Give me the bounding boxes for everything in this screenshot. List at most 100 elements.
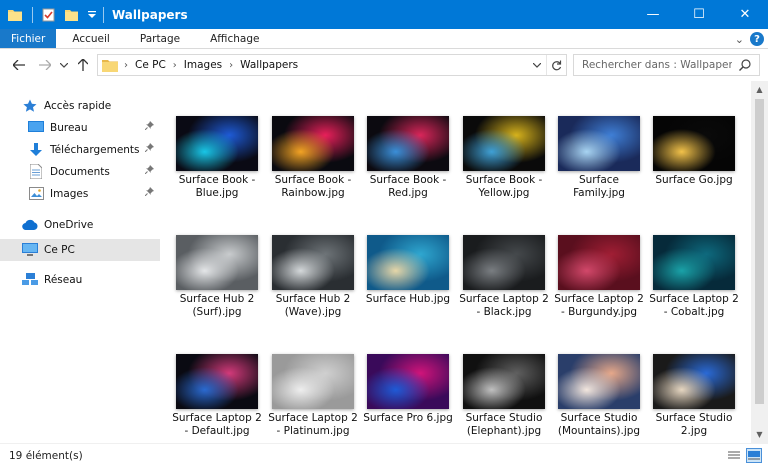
image-thumbnail: [176, 235, 258, 290]
window-controls: — ☐ ✕: [630, 0, 768, 29]
folder-icon[interactable]: [6, 6, 24, 24]
status-bar: 19 élément(s): [0, 443, 768, 467]
details-view-button[interactable]: [726, 448, 742, 463]
image-thumbnail: [367, 116, 449, 171]
forward-button[interactable]: [34, 54, 56, 76]
new-folder-icon[interactable]: [63, 6, 81, 24]
file-tile[interactable]: Surface Studio (Elephant).jpg: [457, 354, 549, 444]
image-thumbnail: [463, 235, 545, 290]
breadcrumb[interactable]: › Ce PC › Images › Wallpapers: [97, 54, 567, 76]
scrollbar-thumb[interactable]: [755, 99, 764, 404]
tab-partage[interactable]: Partage: [122, 29, 192, 48]
nav-onedrive[interactable]: OneDrive: [22, 214, 162, 235]
file-tile[interactable]: Surface Laptop 2 - Cobalt.jpg: [647, 235, 739, 343]
view-buttons: [726, 448, 762, 463]
item-count: 19 élément(s): [9, 449, 83, 462]
file-tile[interactable]: Surface Laptop 2 - Black.jpg: [457, 235, 549, 343]
image-thumbnail: [272, 354, 354, 409]
pin-icon[interactable]: [144, 187, 154, 199]
toolbar-divider: [32, 6, 33, 23]
image-thumbnail: [558, 235, 640, 290]
chevron-right-icon: ›: [124, 59, 128, 71]
nav-label: Accès rapide: [44, 99, 112, 112]
search-input[interactable]: [582, 59, 732, 71]
back-button[interactable]: [8, 54, 30, 76]
recent-locations-icon[interactable]: [58, 54, 70, 76]
file-tile[interactable]: Surface Studio 2.jpg: [647, 354, 739, 444]
properties-icon[interactable]: [39, 6, 57, 24]
nav-reseau[interactable]: Réseau: [22, 269, 162, 290]
file-name: Surface Laptop 2 - Burgundy.jpg: [554, 293, 644, 318]
file-tile[interactable]: Surface Laptop 2 - Platinum.jpg: [266, 354, 358, 444]
pin-icon[interactable]: [144, 165, 154, 177]
file-name: Surface Studio (Mountains).jpg: [557, 412, 641, 437]
file-name: Surface Studio (Elephant).jpg: [465, 412, 543, 437]
file-name: Surface Hub.jpg: [365, 293, 451, 305]
tab-affichage[interactable]: Affichage: [192, 29, 271, 48]
search-icon[interactable]: [739, 59, 751, 74]
nav-item-images[interactable]: Images: [28, 183, 160, 204]
help-button[interactable]: ?: [750, 32, 764, 46]
nav-quick-access[interactable]: Accès rapide: [22, 95, 162, 116]
address-bar-row: › Ce PC › Images › Wallpapers: [0, 49, 768, 81]
large-icons-view-button[interactable]: [746, 448, 762, 463]
search-box: [573, 54, 760, 76]
folder-icon: [102, 59, 118, 72]
scroll-up-arrow[interactable]: ▲: [751, 81, 768, 98]
nav-label: Téléchargements: [50, 143, 140, 156]
nav-label: OneDrive: [44, 218, 94, 231]
file-tile[interactable]: Surface Book - Rainbow.jpg: [266, 116, 358, 224]
file-name: Surface Book - Yellow.jpg: [465, 174, 543, 199]
file-tile[interactable]: Surface Hub 2 (Wave).jpg: [266, 235, 358, 343]
file-tile[interactable]: Surface Book - Red.jpg: [361, 116, 453, 224]
file-name: Surface Pro 6.jpg: [363, 412, 453, 424]
file-tile[interactable]: Surface Laptop 2 - Burgundy.jpg: [552, 235, 644, 343]
file-tile[interactable]: Surface Book - Yellow.jpg: [457, 116, 549, 224]
file-tile[interactable]: Surface Family.jpg: [552, 116, 644, 224]
file-tile[interactable]: Surface Go.jpg: [647, 116, 739, 224]
scroll-down-arrow[interactable]: ▼: [751, 426, 768, 443]
image-thumbnail: [463, 116, 545, 171]
file-name: Surface Book - Rainbow.jpg: [274, 174, 352, 199]
pin-icon[interactable]: [144, 121, 154, 133]
refresh-icon[interactable]: [546, 55, 566, 75]
up-button[interactable]: [72, 54, 94, 76]
image-thumbnail: [367, 235, 449, 290]
file-name: Surface Family.jpg: [573, 174, 625, 199]
customize-toolbar-icon[interactable]: [87, 6, 97, 24]
title-bar: Wallpapers — ☐ ✕: [0, 0, 768, 29]
pictures-icon: [28, 186, 44, 202]
file-tile[interactable]: Surface Hub.jpg: [361, 235, 453, 343]
chevron-down-icon[interactable]: [528, 55, 546, 75]
crumb-images[interactable]: Images: [184, 59, 222, 71]
file-tile[interactable]: Surface Studio (Mountains).jpg: [552, 354, 644, 444]
chevron-right-icon: ›: [229, 59, 234, 71]
nav-label: Ce PC: [44, 244, 75, 256]
vertical-scrollbar[interactable]: ▲ ▼: [751, 81, 768, 443]
file-tile[interactable]: Surface Hub 2 (Surf).jpg: [170, 235, 262, 343]
nav-ce-pc[interactable]: Ce PC: [0, 239, 160, 261]
crumb-ce-pc[interactable]: Ce PC: [135, 59, 166, 71]
nav-item-telechargements[interactable]: Téléchargements: [28, 139, 160, 160]
image-thumbnail: [558, 116, 640, 171]
image-thumbnail: [653, 235, 735, 290]
minimize-button[interactable]: —: [630, 0, 676, 29]
crumb-wallpapers[interactable]: Wallpapers: [240, 59, 298, 71]
maximize-button[interactable]: ☐: [676, 0, 722, 29]
nav-label: Réseau: [44, 273, 83, 286]
image-thumbnail: [653, 116, 735, 171]
close-button[interactable]: ✕: [722, 0, 768, 29]
download-icon: [28, 142, 44, 158]
expand-ribbon-button[interactable]: ⌄: [735, 33, 744, 46]
tab-fichier[interactable]: Fichier: [0, 29, 57, 48]
file-tile[interactable]: Surface Laptop 2 - Default.jpg: [170, 354, 262, 444]
nav-item-bureau[interactable]: Bureau: [28, 117, 160, 138]
nav-item-documents[interactable]: Documents: [28, 161, 160, 182]
file-tile[interactable]: Surface Pro 6.jpg: [361, 354, 453, 444]
tab-accueil[interactable]: Accueil: [56, 29, 122, 48]
file-tile[interactable]: Surface Book - Blue.jpg: [170, 116, 262, 224]
pin-icon[interactable]: [144, 143, 154, 155]
image-thumbnail: [653, 354, 735, 409]
quick-access-toolbar: Wallpapers: [0, 0, 188, 29]
window-title: Wallpapers: [112, 7, 188, 22]
